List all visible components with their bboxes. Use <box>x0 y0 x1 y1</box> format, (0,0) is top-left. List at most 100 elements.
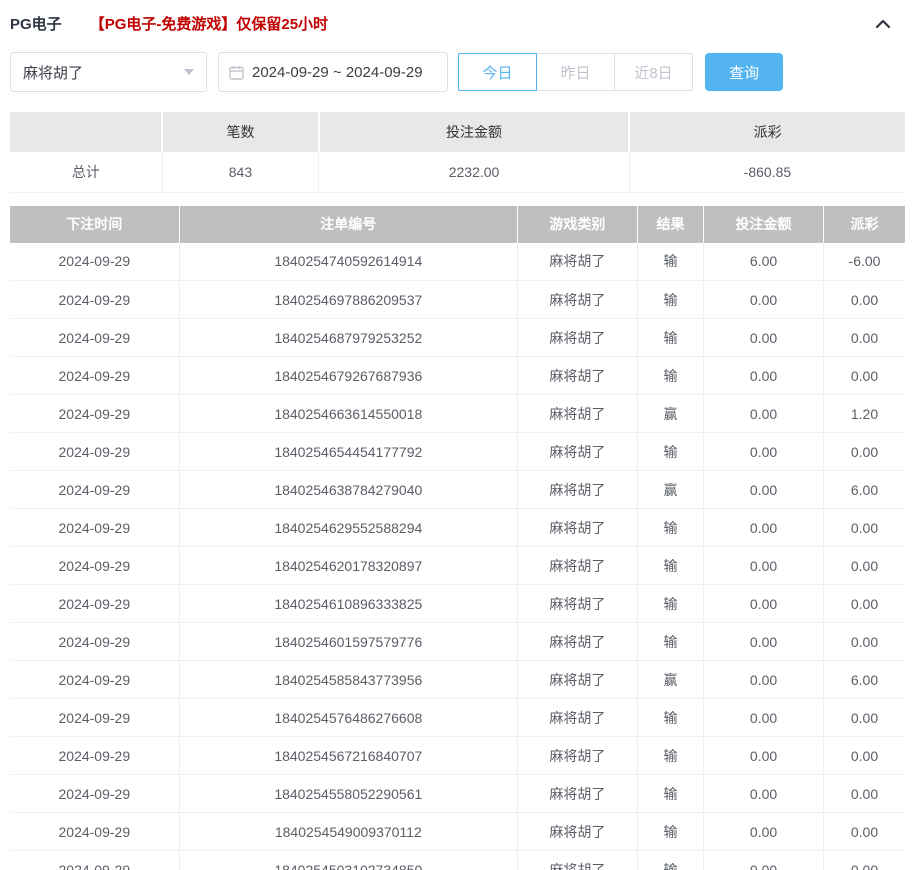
cell-payout: 1.20 <box>824 395 905 433</box>
cell-game-type: 麻将胡了 <box>517 281 637 319</box>
cell-order-no: 1840254638784279040 <box>179 471 517 509</box>
cell-bet-amount: 0.00 <box>704 699 824 737</box>
cell-order-no: 1840254620178320897 <box>179 547 517 585</box>
cell-result: 输 <box>637 775 703 813</box>
cell-bet-time: 2024-09-29 <box>10 433 179 471</box>
cell-payout: 0.00 <box>824 547 905 585</box>
cell-result: 输 <box>637 737 703 775</box>
cell-bet-time: 2024-09-29 <box>10 699 179 737</box>
cell-bet-amount: 0.00 <box>704 737 824 775</box>
cell-result: 输 <box>637 851 703 870</box>
cell-bet-amount: 0.00 <box>704 813 824 851</box>
cell-order-no: 1840254679267687936 <box>179 357 517 395</box>
cell-result: 输 <box>637 547 703 585</box>
cell-payout: 0.00 <box>824 699 905 737</box>
cell-payout: 0.00 <box>824 319 905 357</box>
summary-total-count: 843 <box>162 152 319 192</box>
summary-col-blank <box>10 112 162 152</box>
collapse-button[interactable] <box>875 19 891 29</box>
cell-game-type: 麻将胡了 <box>517 699 637 737</box>
cell-bet-amount: 0.00 <box>704 433 824 471</box>
cell-result: 输 <box>637 509 703 547</box>
game-select-value: 麻将胡了 <box>23 62 83 83</box>
table-row: 2024-09-291840254567216840707麻将胡了输0.000.… <box>10 737 905 775</box>
summary-total-row: 总计 843 2232.00 -860.85 <box>10 152 905 192</box>
summary-header-row: 笔数 投注金额 派彩 <box>10 112 905 152</box>
cell-payout: 0.00 <box>824 509 905 547</box>
cell-game-type: 麻将胡了 <box>517 547 637 585</box>
cell-game-type: 麻将胡了 <box>517 585 637 623</box>
cell-bet-time: 2024-09-29 <box>10 357 179 395</box>
cell-game-type: 麻将胡了 <box>517 737 637 775</box>
table-row: 2024-09-291840254576486276608麻将胡了输0.000.… <box>10 699 905 737</box>
cell-game-type: 麻将胡了 <box>517 433 637 471</box>
bet-table-body: 2024-09-291840254740592614914麻将胡了输6.00-6… <box>10 243 905 870</box>
cell-bet-amount: 0.00 <box>704 319 824 357</box>
calendar-icon <box>229 65 244 80</box>
cell-result: 输 <box>637 243 703 281</box>
cell-bet-amount: 6.00 <box>704 243 824 281</box>
cell-order-no: 1840254601597579776 <box>179 623 517 661</box>
panel-notice: 【PG电子-免费游戏】仅保留25小时 <box>90 13 328 34</box>
cell-game-type: 麻将胡了 <box>517 623 637 661</box>
summary-col-bet-amount: 投注金额 <box>319 112 630 152</box>
cell-bet-amount: 0.00 <box>704 471 824 509</box>
table-row: 2024-09-291840254740592614914麻将胡了输6.00-6… <box>10 243 905 281</box>
cell-result: 输 <box>637 585 703 623</box>
table-row: 2024-09-291840254620178320897麻将胡了输0.000.… <box>10 547 905 585</box>
cell-result: 输 <box>637 433 703 471</box>
cell-payout: 6.00 <box>824 661 905 699</box>
table-row: 2024-09-291840254629552588294麻将胡了输0.000.… <box>10 509 905 547</box>
cell-order-no: 1840254558052290561 <box>179 775 517 813</box>
cell-order-no: 1840254687979253252 <box>179 319 517 357</box>
table-row: 2024-09-291840254638784279040麻将胡了赢0.006.… <box>10 471 905 509</box>
table-row: 2024-09-291840254558052290561麻将胡了输0.000.… <box>10 775 905 813</box>
table-row: 2024-09-291840254679267687936麻将胡了输0.000.… <box>10 357 905 395</box>
cell-bet-time: 2024-09-29 <box>10 509 179 547</box>
bet-table-header-row: 下注时间 注单编号 游戏类别 结果 投注金额 派彩 <box>10 206 905 243</box>
summary-table: 笔数 投注金额 派彩 总计 843 2232.00 -860.85 <box>10 112 905 193</box>
col-bet-amount: 投注金额 <box>704 206 824 243</box>
quick-button-last8days[interactable]: 近8日 <box>614 53 693 91</box>
cell-bet-time: 2024-09-29 <box>10 737 179 775</box>
bet-records-table: 下注时间 注单编号 游戏类别 结果 投注金额 派彩 2024-09-291840… <box>10 206 905 870</box>
cell-bet-amount: 0.00 <box>704 509 824 547</box>
cell-bet-amount: 0.00 <box>704 585 824 623</box>
cell-result: 赢 <box>637 661 703 699</box>
cell-bet-time: 2024-09-29 <box>10 547 179 585</box>
quick-button-yesterday[interactable]: 昨日 <box>536 53 615 91</box>
cell-bet-amount: 0.00 <box>704 851 824 870</box>
quick-button-today[interactable]: 今日 <box>458 53 537 91</box>
table-row: 2024-09-291840254663614550018麻将胡了赢0.001.… <box>10 395 905 433</box>
summary-total-payout: -860.85 <box>629 152 905 192</box>
table-row: 2024-09-291840254697886209537麻将胡了输0.000.… <box>10 281 905 319</box>
cell-result: 输 <box>637 623 703 661</box>
cell-bet-time: 2024-09-29 <box>10 281 179 319</box>
cell-payout: 0.00 <box>824 775 905 813</box>
cell-game-type: 麻将胡了 <box>517 851 637 870</box>
cell-result: 输 <box>637 357 703 395</box>
cell-order-no: 1840254629552588294 <box>179 509 517 547</box>
cell-bet-amount: 0.00 <box>704 547 824 585</box>
table-row: 2024-09-291840254503102734850麻将胡了输0.000.… <box>10 851 905 870</box>
col-payout: 派彩 <box>824 206 905 243</box>
cell-order-no: 1840254567216840707 <box>179 737 517 775</box>
caret-down-icon <box>184 69 194 75</box>
cell-bet-time: 2024-09-29 <box>10 851 179 870</box>
cell-payout: 0.00 <box>824 433 905 471</box>
cell-bet-time: 2024-09-29 <box>10 775 179 813</box>
cell-bet-time: 2024-09-29 <box>10 471 179 509</box>
cell-bet-amount: 0.00 <box>704 623 824 661</box>
game-select[interactable]: 麻将胡了 <box>10 52 207 92</box>
date-range-picker[interactable]: 2024-09-29 ~ 2024-09-29 <box>218 52 448 92</box>
cell-bet-time: 2024-09-29 <box>10 585 179 623</box>
query-button[interactable]: 查询 <box>705 53 783 91</box>
cell-order-no: 1840254610896333825 <box>179 585 517 623</box>
cell-game-type: 麻将胡了 <box>517 509 637 547</box>
cell-bet-amount: 0.00 <box>704 661 824 699</box>
cell-bet-time: 2024-09-29 <box>10 623 179 661</box>
cell-order-no: 1840254549009370112 <box>179 813 517 851</box>
summary-total-bet-amount: 2232.00 <box>319 152 630 192</box>
cell-order-no: 1840254576486276608 <box>179 699 517 737</box>
summary-col-count: 笔数 <box>162 112 319 152</box>
